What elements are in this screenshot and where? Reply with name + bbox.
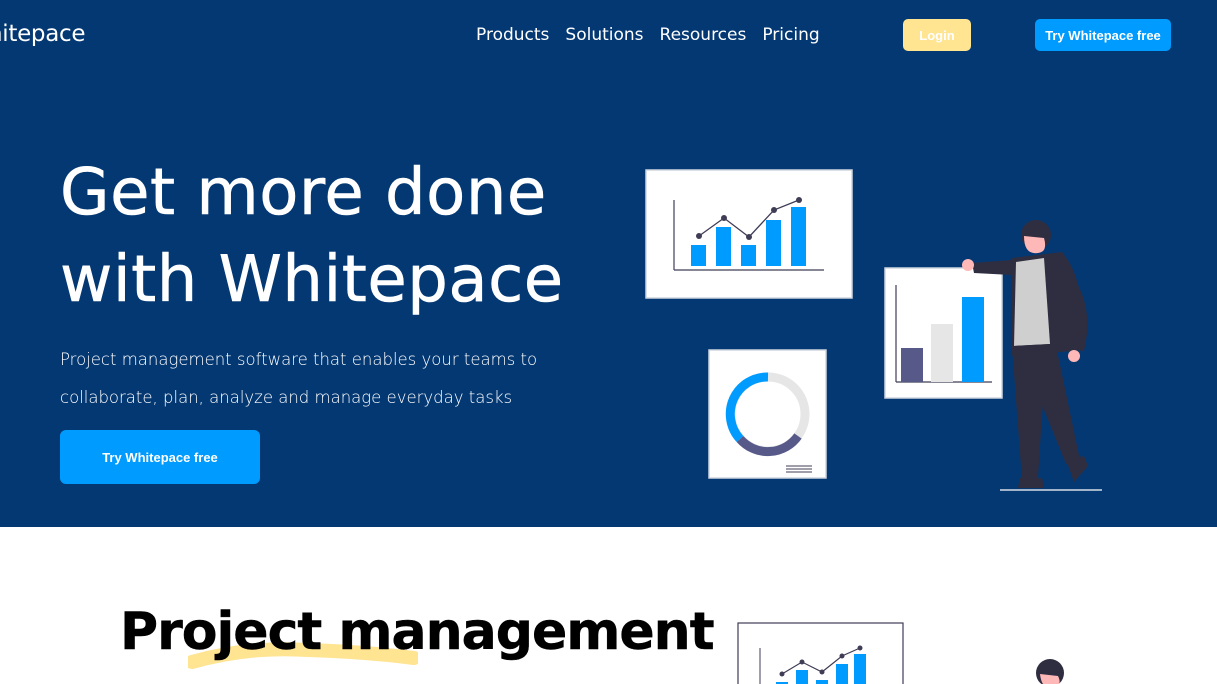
donut-chart-card bbox=[708, 349, 827, 479]
hero-subtitle: Project management software that enables… bbox=[60, 350, 538, 407]
analytics-illustration bbox=[645, 169, 1102, 491]
try-free-header-button[interactable]: Try Whitepace free bbox=[1035, 19, 1171, 51]
hero-title: Get more done with Whitepace bbox=[60, 150, 564, 324]
nav-solutions[interactable]: Solutions bbox=[565, 25, 643, 45]
hero-title-line1: Get more done bbox=[60, 156, 547, 231]
try-free-hero-button[interactable]: Try Whitepace free bbox=[60, 430, 260, 484]
project-illustration bbox=[737, 622, 1064, 684]
section-title: Project management bbox=[120, 602, 715, 663]
login-button[interactable]: Login bbox=[903, 19, 971, 51]
main-nav: Products Solutions Resources Pricing bbox=[476, 25, 820, 45]
nav-pricing[interactable]: Pricing bbox=[762, 25, 819, 45]
nav-resources[interactable]: Resources bbox=[660, 25, 747, 45]
hero-title-line2: with Whitepace bbox=[60, 243, 564, 318]
logo[interactable]: nitepace bbox=[0, 21, 86, 47]
bar-line-chart-card bbox=[645, 169, 853, 299]
nav-products[interactable]: Products bbox=[476, 25, 549, 45]
hero-section: nitepace Products Solutions Resources Pr… bbox=[0, 0, 1217, 527]
bar-chart-card bbox=[884, 267, 1003, 399]
